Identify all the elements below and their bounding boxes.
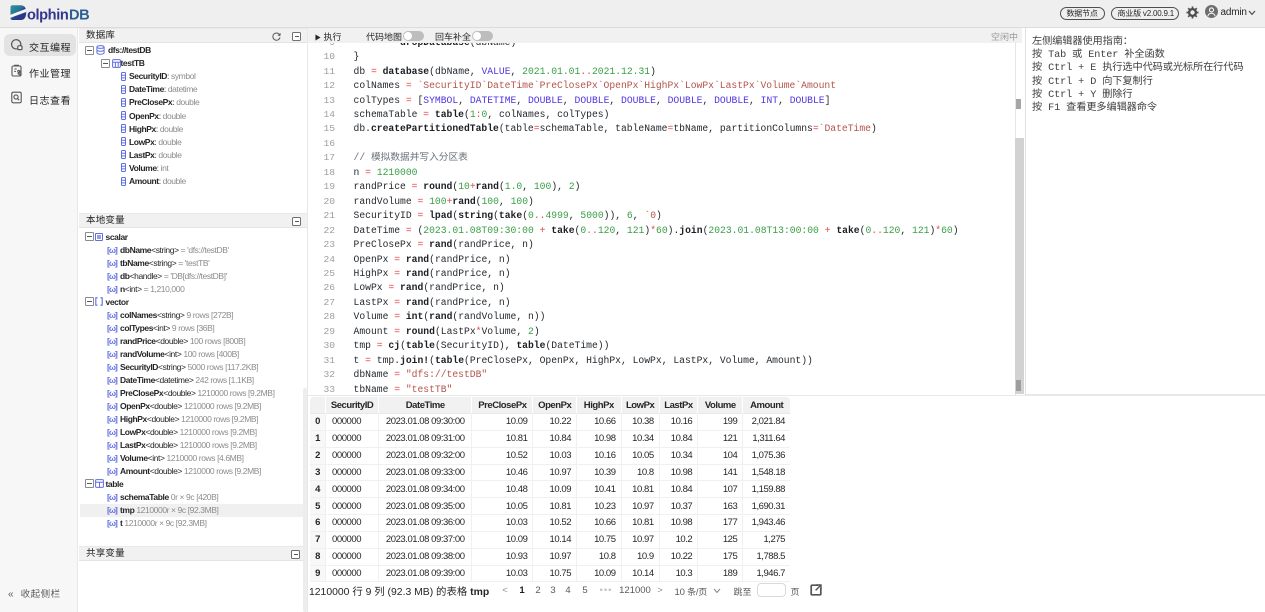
svg-text:DB: DB [69,7,89,23]
svg-text:olphin: olphin [27,7,69,23]
